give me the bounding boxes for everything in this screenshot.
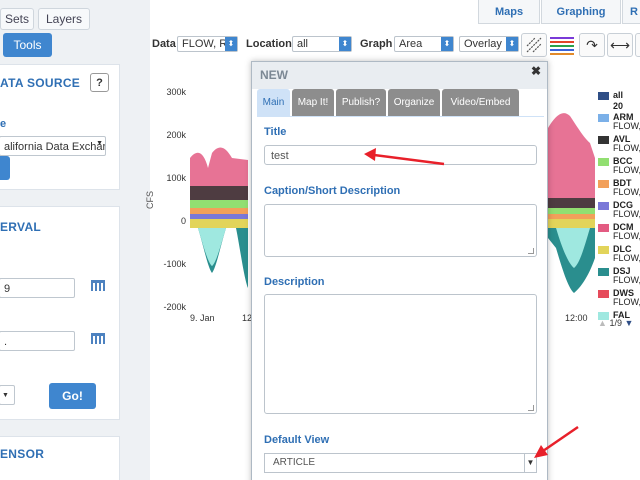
arrow-to-default-view [534,425,579,458]
annotation-arrows [364,148,579,458]
arrow-to-title [364,148,445,166]
